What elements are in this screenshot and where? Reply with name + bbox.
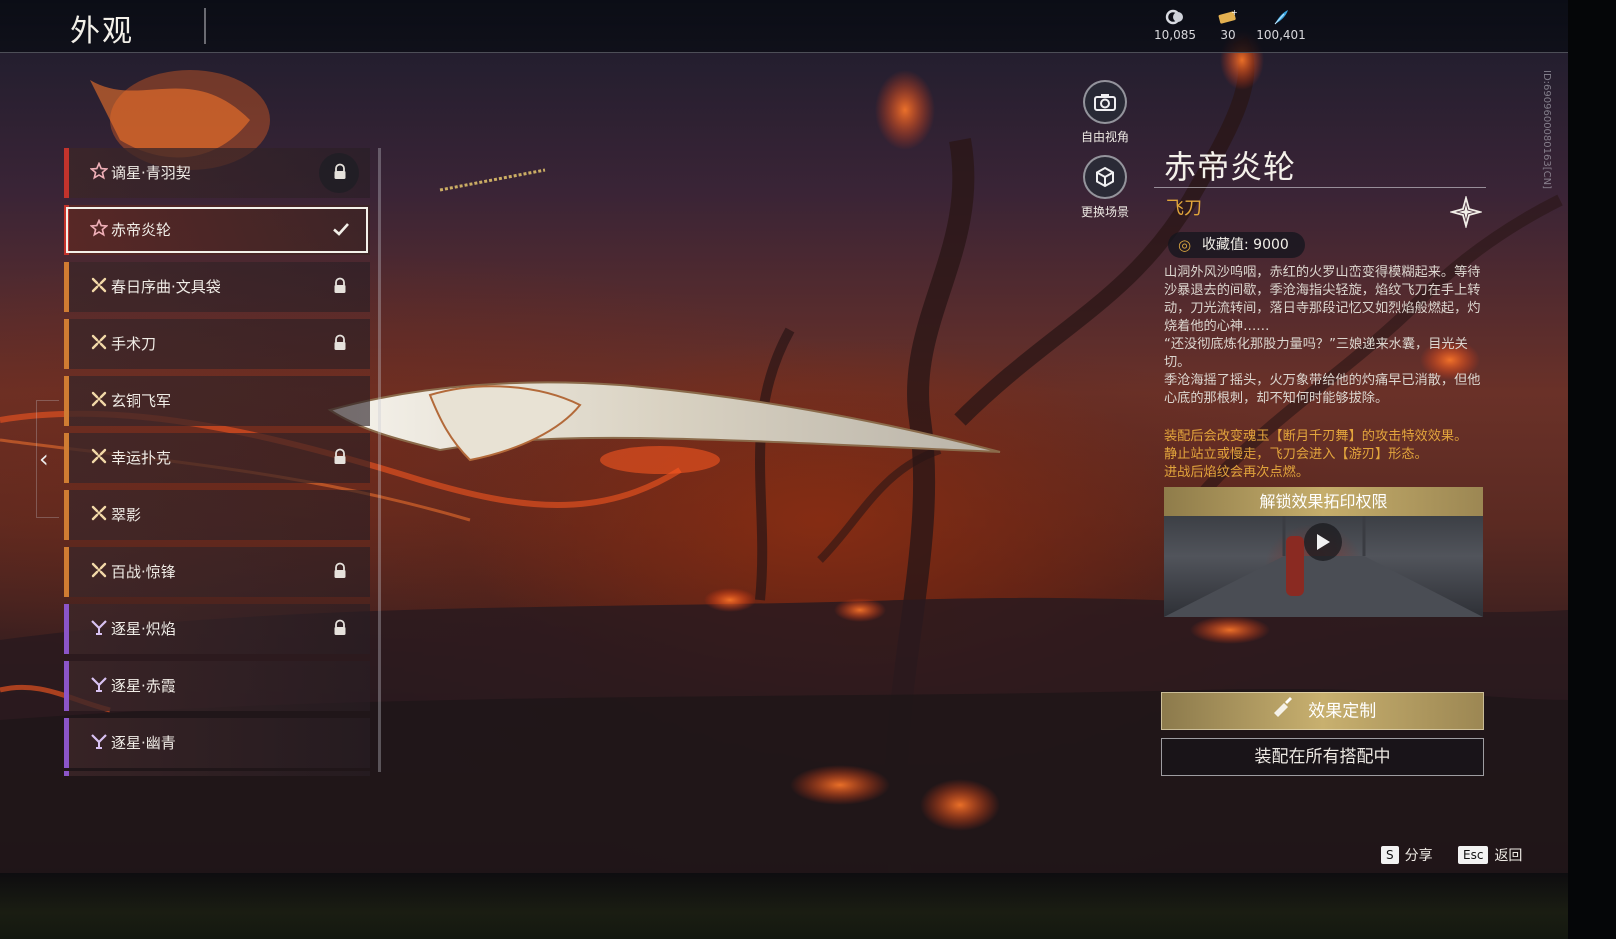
brush-icon: [1269, 693, 1295, 730]
effect-customize-button[interactable]: 效果定制: [1161, 692, 1484, 730]
list-item-label: 翠影: [111, 506, 142, 524]
list-item-partial: [64, 771, 370, 776]
list-item[interactable]: 翠影: [64, 490, 370, 540]
preview-title: 解锁效果拓印权限: [1164, 487, 1483, 516]
list-item[interactable]: 幸运扑克: [64, 433, 370, 483]
currency-ticket[interactable]: + 30: [1200, 8, 1256, 42]
list-item[interactable]: 谪星·青羽契: [64, 148, 370, 198]
compass-icon[interactable]: [1448, 194, 1484, 230]
list-item-label: 玄铜飞军: [111, 392, 172, 410]
list-item[interactable]: 春日序曲·文具袋: [64, 262, 370, 312]
list-item-label: 春日序曲·文具袋: [111, 278, 221, 296]
user-id-text: ID:6909600080163[CN]: [1541, 70, 1552, 189]
share-label: 分享: [1404, 848, 1433, 864]
list-item[interactable]: 玄铜飞军: [64, 376, 370, 426]
chalice-icon: [89, 675, 109, 695]
effect-line: 装配后会改变魂玉【断月千刃舞】的攻击特效效果。: [1164, 429, 1468, 444]
collapse-panel-button[interactable]: ‹: [36, 400, 59, 518]
list-item[interactable]: 手术刀: [64, 319, 370, 369]
description-paragraph: “还没彻底炼化那股力量吗？”三娘递来水囊，目光关切。: [1164, 337, 1468, 370]
lock-icon: [332, 334, 350, 354]
back-key: Esc: [1458, 846, 1489, 864]
lock-icon: [332, 448, 350, 468]
star-outline-icon: [89, 161, 109, 182]
title-separator: [204, 8, 206, 44]
lock-icon: [332, 163, 350, 183]
chalice-icon: [89, 732, 109, 752]
star-outline-icon: [89, 218, 109, 239]
list-scrollbar[interactable]: [378, 148, 381, 772]
bottom-strip: [0, 873, 1568, 939]
right-strip: [1568, 0, 1616, 939]
lock-icon: [332, 277, 350, 297]
list-item[interactable]: 逐星·炽焰: [64, 604, 370, 654]
cross-dots-icon: [89, 276, 109, 296]
title-divider: [1154, 187, 1486, 188]
list-item[interactable]: 逐星·幽青: [64, 718, 370, 768]
collection-value: 收藏值: 9000: [1202, 237, 1289, 253]
lock-icon: [332, 562, 350, 582]
back-label: 返回: [1494, 848, 1523, 864]
list-item-label: 逐星·幽青: [111, 734, 176, 752]
cross-dots-icon: [89, 447, 109, 467]
customize-label: 效果定制: [1308, 701, 1377, 722]
currency-value: 30: [1220, 28, 1236, 42]
chalice-icon: [89, 618, 109, 638]
chevron-left-icon: ‹: [39, 445, 49, 473]
list-item[interactable]: 逐星·赤霞: [64, 661, 370, 711]
lock-icon: [332, 619, 350, 639]
play-icon[interactable]: [1304, 523, 1342, 561]
feather-icon: [1253, 8, 1309, 28]
effect-line: 进战后焰纹会再次点燃。: [1164, 465, 1310, 480]
cross-dots-icon: [89, 504, 109, 524]
description-paragraph: 季沧海摇了摇头，火万象带给他的灼痛早已消散，但他心底的那根刺，却不知何时能够拔除…: [1164, 373, 1481, 406]
collection-swirl-icon: ◎: [1178, 236, 1192, 254]
list-item-label: 手术刀: [111, 335, 157, 353]
currency-value: 100,401: [1256, 28, 1306, 42]
change-scene-label: 更换场景: [1080, 205, 1129, 219]
currency-feather[interactable]: 100,401: [1253, 8, 1309, 42]
share-hint[interactable]: S 分享: [1381, 845, 1433, 865]
top-bar: 外观 10,085 + 30 100,401: [0, 0, 1568, 53]
soul-jade-icon: [1147, 8, 1203, 28]
description-paragraph: 山洞外风沙呜咽，赤红的火罗山峦变得模糊起来。等待沙暴退去的间歇，季沧海指尖轻旋，…: [1164, 265, 1481, 334]
free-view-label: 自由视角: [1080, 130, 1129, 144]
item-title: 赤帝炎轮: [1164, 148, 1297, 186]
list-item-label: 百战·惊锋: [111, 563, 176, 581]
free-view-button[interactable]: 自由视角: [1076, 80, 1134, 145]
cross-dots-icon: [89, 390, 109, 410]
checkmark-icon: [332, 220, 350, 240]
currency-value: 10,085: [1154, 28, 1196, 42]
item-type: 飞刀: [1166, 198, 1202, 219]
list-item-selected[interactable]: 赤帝炎轮: [64, 205, 370, 255]
equip-all-label: 装配在所有搭配中: [1254, 747, 1391, 767]
item-description: 山洞外风沙呜咽，赤红的火罗山峦变得模糊起来。等待沙暴退去的间歇，季沧海指尖轻旋，…: [1164, 264, 1490, 408]
cross-dots-icon: [89, 561, 109, 581]
back-hint[interactable]: Esc 返回: [1458, 845, 1522, 865]
equip-all-button[interactable]: 装配在所有搭配中: [1161, 738, 1484, 776]
effect-description: 装配后会改变魂玉【断月千刃舞】的攻击特效效果。 静止站立或慢走，飞刀会进入【游刃…: [1164, 428, 1490, 482]
svg-text:+: +: [1231, 8, 1238, 17]
list-item-label: 逐星·炽焰: [111, 620, 176, 638]
list-item-label: 幸运扑克: [111, 449, 172, 467]
appearance-list: 谪星·青羽契 赤帝炎轮 春日序曲·文具袋 手术刀 玄铜飞军 幸运扑克 翠影 百战…: [64, 146, 372, 776]
change-scene-button[interactable]: 更换场景: [1076, 155, 1134, 220]
ticket-icon: +: [1200, 8, 1256, 28]
cross-dots-icon: [89, 333, 109, 353]
effect-line: 静止站立或慢走，飞刀会进入【游刃】形态。: [1164, 447, 1428, 462]
list-item-label: 赤帝炎轮: [111, 221, 172, 239]
currency-soul-jade[interactable]: 10,085: [1147, 8, 1203, 42]
list-item-label: 逐星·赤霞: [111, 677, 176, 695]
share-key: S: [1381, 846, 1399, 864]
page-title: 外观: [70, 14, 134, 49]
collection-value-badge: ◎ 收藏值: 9000: [1168, 232, 1305, 258]
cube-icon: [1083, 155, 1127, 199]
effect-preview[interactable]: 解锁效果拓印权限: [1164, 487, 1483, 617]
camera-icon: [1083, 80, 1127, 124]
list-item-label: 谪星·青羽契: [111, 164, 191, 182]
list-item[interactable]: 百战·惊锋: [64, 547, 370, 597]
